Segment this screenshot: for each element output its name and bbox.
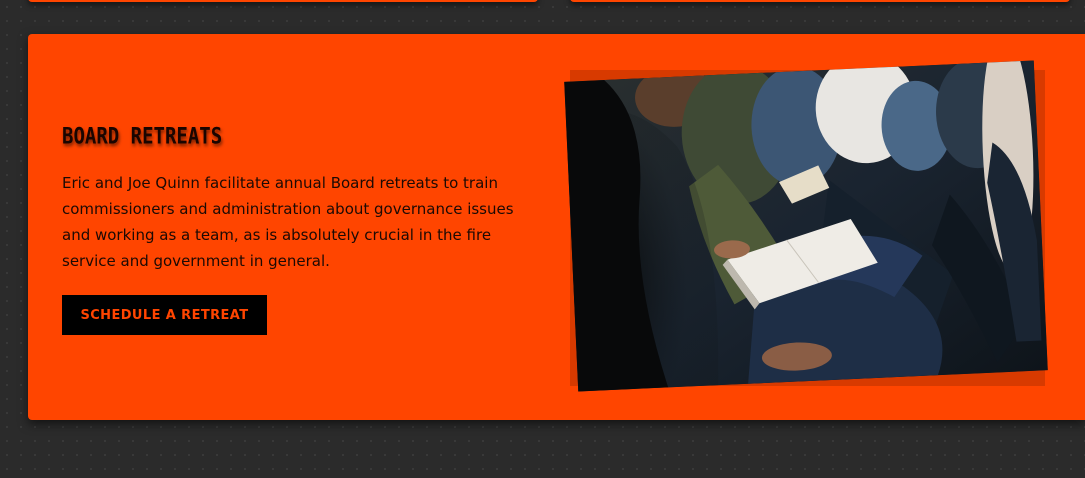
board-retreats-description: Eric and Joe Quinn facilitate annual Boa… — [62, 174, 514, 270]
previous-card-right — [570, 0, 1070, 2]
schedule-retreat-button[interactable]: SCHEDULE A RETREAT — [62, 295, 267, 335]
board-retreats-title: BOARD RETREATS — [62, 124, 223, 150]
photo-illustration — [564, 60, 1048, 392]
previous-card-left — [28, 0, 538, 2]
audience-taking-notes-photo — [564, 60, 1048, 392]
board-retreats-card: BOARD RETREATS Eric and Joe Quinn facili… — [28, 34, 1085, 420]
